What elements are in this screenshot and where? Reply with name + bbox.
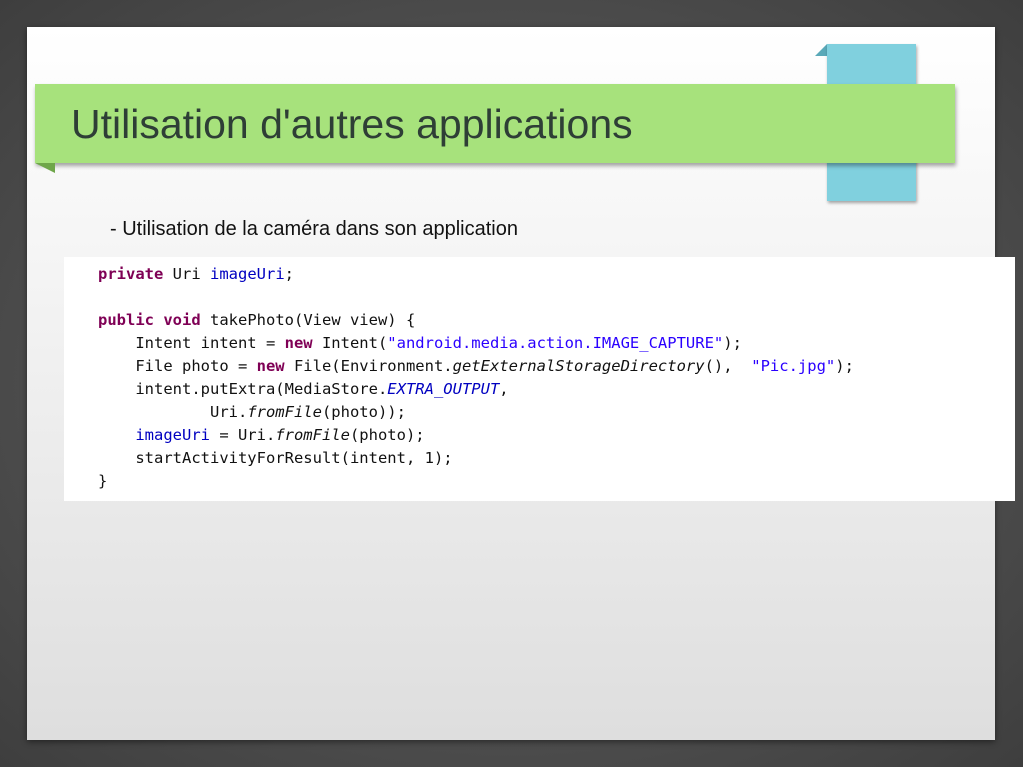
code-token: EXTRA_OUTPUT xyxy=(387,380,500,398)
code-line: Uri.fromFile(photo)); xyxy=(98,401,1015,424)
code-token: (photo)); xyxy=(321,403,406,421)
code-token: intent.putExtra(MediaStore. xyxy=(98,380,388,398)
code-line: private Uri imageUri; xyxy=(98,263,1015,286)
code-token: , xyxy=(499,380,509,398)
code-token: File photo = xyxy=(98,357,257,375)
code-token: new xyxy=(256,357,285,375)
code-token: public xyxy=(98,311,154,329)
slide-title: Utilisation d'autres applications xyxy=(71,101,633,147)
bullet-text: - Utilisation de la caméra dans son appl… xyxy=(110,218,518,240)
accent-block-fold xyxy=(815,44,827,56)
code-token: Uri xyxy=(163,265,210,283)
code-line: Intent intent = new Intent("android.medi… xyxy=(98,332,1015,355)
code-line: startActivityForResult(intent, 1); xyxy=(98,447,1015,470)
code-token: fromFile xyxy=(275,426,350,444)
code-token: ; xyxy=(284,265,294,283)
slide: Utilisation d'autres applications - Util… xyxy=(27,27,1015,740)
code-token: } xyxy=(98,472,108,490)
code-token: ); xyxy=(723,334,742,352)
code-line: intent.putExtra(MediaStore.EXTRA_OUTPUT, xyxy=(98,378,1015,401)
code-token: Uri. xyxy=(98,403,248,421)
code-token: ); xyxy=(835,357,854,375)
code-token: fromFile xyxy=(247,403,322,421)
code-token: Intent intent = xyxy=(98,334,285,352)
code-line: File photo = new File(Environment.getExt… xyxy=(98,355,1015,378)
code-token: Intent( xyxy=(312,334,388,352)
code-token: imageUri xyxy=(210,265,285,283)
code-token: File(Environment. xyxy=(284,357,453,375)
code-token: takePhoto(View view) { xyxy=(200,311,416,329)
title-band-fold xyxy=(35,163,55,173)
code-line: } xyxy=(98,470,1015,493)
code-token: getExternalStorageDirectory xyxy=(452,357,705,375)
code-token: startActivityForResult(intent, 1); xyxy=(98,449,453,467)
code-token: private xyxy=(98,265,164,283)
code-token: (), xyxy=(704,357,752,375)
code-token: void xyxy=(163,311,201,329)
code-token: imageUri xyxy=(135,426,210,444)
code-token: (photo); xyxy=(349,426,425,444)
title-band: Utilisation d'autres applications xyxy=(35,84,955,163)
code-token: "android.media.action.IMAGE_CAPTURE" xyxy=(387,334,724,352)
code-token: = Uri. xyxy=(209,426,276,444)
code-token: new xyxy=(284,334,313,352)
code-line: public void takePhoto(View view) { xyxy=(98,309,1015,332)
code-snippet: private Uri imageUri; public void takePho… xyxy=(64,257,1015,501)
code-line: imageUri = Uri.fromFile(photo); xyxy=(98,424,1015,447)
code-token: "Pic.jpg" xyxy=(751,357,836,375)
